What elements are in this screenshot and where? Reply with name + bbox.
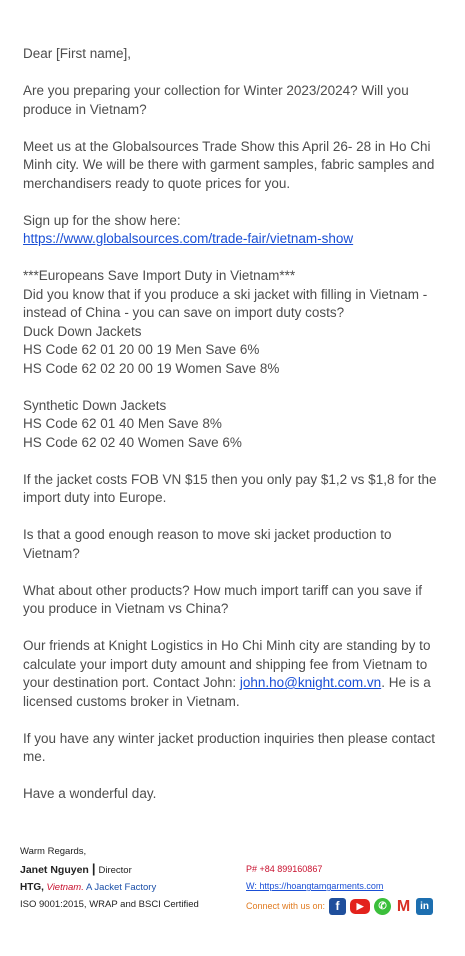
gmail-icon[interactable]: M [395, 898, 413, 915]
paragraph-reason: Is that a good enough reason to move ski… [23, 527, 392, 561]
certifications: ISO 9001:2015, WRAP and BSCI Certified [20, 899, 199, 910]
signature-block: Warm Regards, Janet Nguyen | Director HTG,… [20, 843, 199, 913]
website-link[interactable]: W: https://hoangtamgarments.com [246, 881, 383, 891]
paragraph-trade-show: Meet us at the Globalsources Trade Show … [23, 138, 435, 191]
divider-bar: | [91, 861, 96, 876]
duck-down-women: HS Code 62 02 20 00 19 Women Save 8% [23, 360, 280, 376]
regards: Warm Regards, [20, 846, 87, 857]
linkedin-icon[interactable]: in [416, 898, 434, 915]
company-tagline: A Jacket Factory [85, 882, 157, 893]
duck-down-men: HS Code 62 01 20 00 19 Men Save 6% [23, 342, 260, 357]
signup-label: Sign up for the show here: [23, 212, 181, 228]
synthetic-title: Synthetic Down Jackets [23, 397, 167, 413]
signer-title: Director [98, 865, 132, 876]
contact-block: P# +84 899160867 W: https://hoangtamgarm… [246, 861, 434, 915]
duck-down-title: Duck Down Jackets [23, 323, 142, 339]
paragraph-signup: Sign up for the show here: https://www.g… [23, 212, 443, 249]
duty-question: Did you know that if you produce a ski j… [23, 286, 428, 321]
email-body: Dear [First name], Are you preparing you… [23, 45, 443, 822]
whatsapp-icon[interactable]: ✆ [374, 898, 392, 915]
facebook-icon[interactable]: f [329, 898, 347, 915]
paragraph-inquiries: If you have any winter jacket production… [23, 730, 435, 765]
paragraph-synthetic: Synthetic Down Jackets HS Code 62 01 40 … [23, 397, 443, 453]
youtube-icon[interactable]: ▶ [350, 899, 371, 914]
synthetic-women: HS Code 62 02 40 Women Save 6% [23, 434, 242, 450]
connect-label: Connect with us on: [246, 901, 326, 911]
paragraph-collection: Are you preparing your collection for Wi… [23, 83, 409, 117]
company-line: HTG, Vietnam. A Jacket Factory [20, 879, 199, 896]
paragraph-other-products: What about other products? How much impo… [23, 582, 422, 617]
duty-heading: ***Europeans Save Import Duty in Vietnam… [23, 268, 296, 283]
phone-number: P# +84 899160867 [246, 864, 323, 874]
connect-row: Connect with us on: f ▶ ✆ M in [246, 898, 434, 915]
company-name: HTG, [20, 882, 44, 893]
signup-link[interactable]: https://www.globalsources.com/trade-fair… [23, 231, 353, 246]
name-line: Janet Nguyen | Director [20, 860, 199, 879]
paragraph-duty: ***Europeans Save Import Duty in Vietnam… [23, 267, 443, 378]
closing: Have a wonderful day. [23, 786, 157, 801]
paragraph-cost: If the jacket costs FOB VN $15 then you … [23, 471, 437, 506]
signer-name: Janet Nguyen [20, 864, 89, 876]
john-email-link[interactable]: john.ho@knight.com.vn [240, 675, 381, 690]
paragraph-friends: Our friends at Knight Logistics in Ho Ch… [23, 637, 443, 711]
company-location: Vietnam. [46, 882, 84, 893]
synthetic-men: HS Code 62 01 40 Men Save 8% [23, 416, 222, 431]
greeting: Dear [First name], [23, 46, 132, 61]
